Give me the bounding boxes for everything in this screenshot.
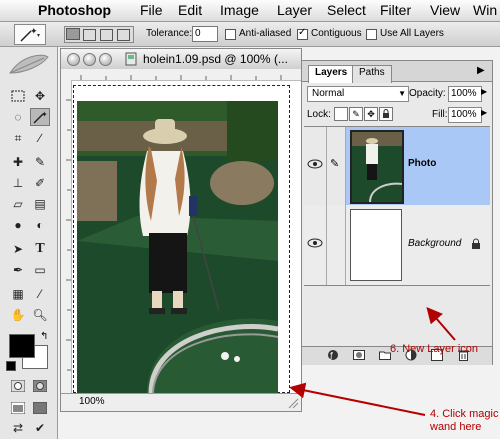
foreground-color-swatch[interactable] [9, 334, 35, 358]
magic-wand-arrow [289, 382, 426, 416]
new-layer-arrow [426, 306, 456, 341]
annotation-magic-wand-2: wand here [430, 421, 482, 433]
annotation-new-layer: 6. New Layer icon [390, 343, 479, 355]
annotation-magic-wand-1: 4. Click magic [430, 408, 499, 420]
annotation-arrows [289, 306, 456, 416]
